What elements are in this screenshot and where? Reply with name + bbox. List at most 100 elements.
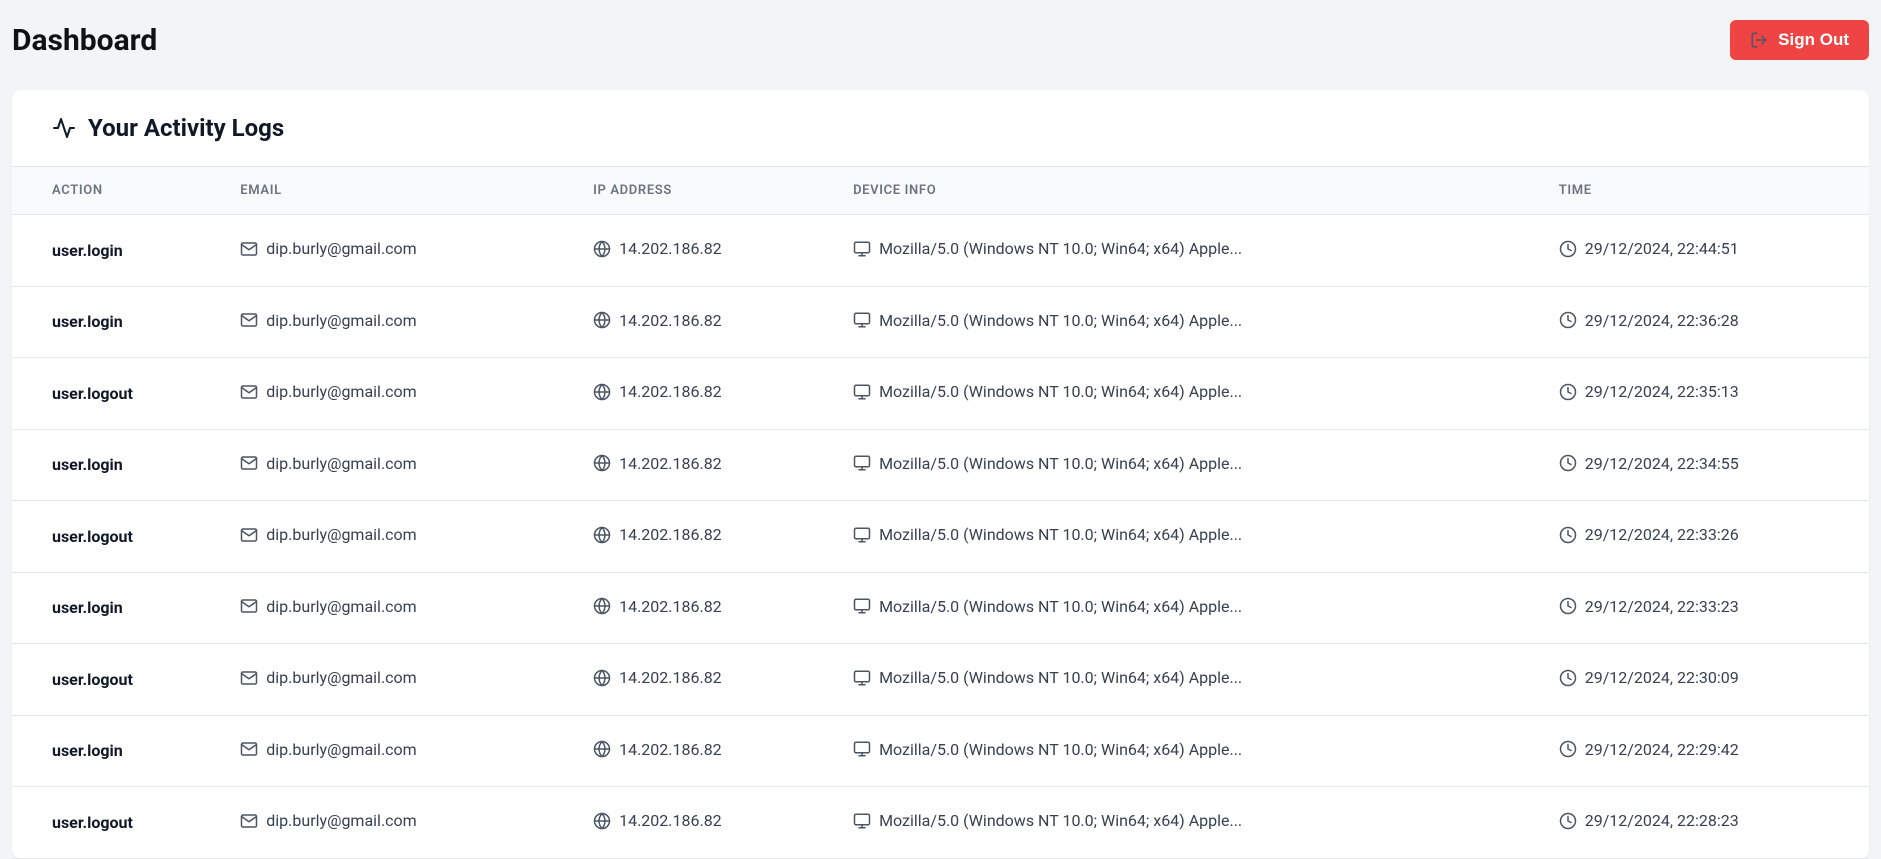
time-text: 29/12/2024, 22:33:26	[1585, 525, 1739, 544]
table-row: user.login dip.burly@gmail.com 14.202.18…	[12, 429, 1869, 501]
time-text: 29/12/2024, 22:34:55	[1585, 454, 1739, 473]
email-text: dip.burly@gmail.com	[266, 740, 416, 759]
ip-cell: 14.202.186.82	[569, 429, 829, 501]
action-cell: user.login	[12, 572, 216, 644]
globe-icon	[593, 526, 611, 544]
table-row: user.login dip.burly@gmail.com 14.202.18…	[12, 286, 1869, 358]
device-text: Mozilla/5.0 (Windows NT 10.0; Win64; x64…	[879, 454, 1242, 473]
monitor-icon	[853, 526, 871, 544]
device-cell: Mozilla/5.0 (Windows NT 10.0; Win64; x64…	[829, 572, 1535, 644]
time-text: 29/12/2024, 22:35:13	[1585, 382, 1739, 401]
email-text: dip.burly@gmail.com	[266, 311, 416, 330]
ip-text: 14.202.186.82	[619, 454, 722, 473]
email-cell: dip.burly@gmail.com	[216, 715, 569, 787]
table-row: user.logout dip.burly@gmail.com 14.202.1…	[12, 787, 1869, 859]
mail-icon	[240, 597, 258, 615]
ip-text: 14.202.186.82	[619, 239, 722, 258]
activity-icon	[52, 116, 76, 140]
globe-icon	[593, 740, 611, 758]
col-device-header: DEVICE INFO	[829, 167, 1535, 215]
signout-button[interactable]: Sign Out	[1730, 20, 1869, 60]
table-row: user.login dip.burly@gmail.com 14.202.18…	[12, 715, 1869, 787]
mail-icon	[240, 812, 258, 830]
ip-cell: 14.202.186.82	[569, 787, 829, 859]
table-row: user.logout dip.burly@gmail.com 14.202.1…	[12, 644, 1869, 716]
monitor-icon	[853, 812, 871, 830]
table-row: user.logout dip.burly@gmail.com 14.202.1…	[12, 358, 1869, 430]
page-title: Dashboard	[12, 23, 157, 58]
email-cell: dip.burly@gmail.com	[216, 215, 569, 287]
col-ip-header: IP ADDRESS	[569, 167, 829, 215]
device-cell: Mozilla/5.0 (Windows NT 10.0; Win64; x64…	[829, 429, 1535, 501]
time-text: 29/12/2024, 22:28:23	[1585, 811, 1739, 830]
device-cell: Mozilla/5.0 (Windows NT 10.0; Win64; x64…	[829, 644, 1535, 716]
table-row: user.login dip.burly@gmail.com 14.202.18…	[12, 215, 1869, 287]
time-text: 29/12/2024, 22:33:23	[1585, 597, 1739, 616]
device-cell: Mozilla/5.0 (Windows NT 10.0; Win64; x64…	[829, 715, 1535, 787]
col-action-header: ACTION	[12, 167, 216, 215]
time-cell: 29/12/2024, 22:36:28	[1535, 286, 1869, 358]
signout-icon	[1750, 31, 1768, 49]
email-cell: dip.burly@gmail.com	[216, 787, 569, 859]
email-text: dip.burly@gmail.com	[266, 811, 416, 830]
time-cell: 29/12/2024, 22:33:23	[1535, 572, 1869, 644]
ip-text: 14.202.186.82	[619, 811, 722, 830]
globe-icon	[593, 597, 611, 615]
device-cell: Mozilla/5.0 (Windows NT 10.0; Win64; x64…	[829, 787, 1535, 859]
email-cell: dip.burly@gmail.com	[216, 644, 569, 716]
activity-card-title: Your Activity Logs	[88, 114, 284, 142]
email-text: dip.burly@gmail.com	[266, 239, 416, 258]
device-text: Mozilla/5.0 (Windows NT 10.0; Win64; x64…	[879, 239, 1242, 258]
globe-icon	[593, 383, 611, 401]
device-text: Mozilla/5.0 (Windows NT 10.0; Win64; x64…	[879, 382, 1242, 401]
monitor-icon	[853, 597, 871, 615]
ip-text: 14.202.186.82	[619, 382, 722, 401]
time-text: 29/12/2024, 22:36:28	[1585, 311, 1739, 330]
clock-icon	[1559, 383, 1577, 401]
device-text: Mozilla/5.0 (Windows NT 10.0; Win64; x64…	[879, 668, 1242, 687]
mail-icon	[240, 454, 258, 472]
signout-label: Sign Out	[1778, 30, 1849, 50]
ip-cell: 14.202.186.82	[569, 644, 829, 716]
globe-icon	[593, 669, 611, 687]
clock-icon	[1559, 812, 1577, 830]
email-cell: dip.burly@gmail.com	[216, 286, 569, 358]
ip-text: 14.202.186.82	[619, 668, 722, 687]
device-cell: Mozilla/5.0 (Windows NT 10.0; Win64; x64…	[829, 215, 1535, 287]
time-text: 29/12/2024, 22:44:51	[1585, 239, 1739, 258]
device-cell: Mozilla/5.0 (Windows NT 10.0; Win64; x64…	[829, 286, 1535, 358]
activity-card-header: Your Activity Logs	[12, 90, 1869, 166]
mail-icon	[240, 311, 258, 329]
email-text: dip.burly@gmail.com	[266, 668, 416, 687]
ip-cell: 14.202.186.82	[569, 215, 829, 287]
email-text: dip.burly@gmail.com	[266, 382, 416, 401]
table-row: user.login dip.burly@gmail.com 14.202.18…	[12, 572, 1869, 644]
activity-card: Your Activity Logs ACTION EMAIL IP ADDRE…	[12, 90, 1869, 859]
activity-table: ACTION EMAIL IP ADDRESS DEVICE INFO TIME…	[12, 166, 1869, 859]
clock-icon	[1559, 526, 1577, 544]
mail-icon	[240, 669, 258, 687]
col-email-header: EMAIL	[216, 167, 569, 215]
ip-text: 14.202.186.82	[619, 311, 722, 330]
mail-icon	[240, 383, 258, 401]
mail-icon	[240, 526, 258, 544]
monitor-icon	[853, 383, 871, 401]
action-cell: user.logout	[12, 644, 216, 716]
device-text: Mozilla/5.0 (Windows NT 10.0; Win64; x64…	[879, 811, 1242, 830]
email-cell: dip.burly@gmail.com	[216, 572, 569, 644]
email-cell: dip.burly@gmail.com	[216, 429, 569, 501]
globe-icon	[593, 311, 611, 329]
action-cell: user.logout	[12, 501, 216, 573]
device-cell: Mozilla/5.0 (Windows NT 10.0; Win64; x64…	[829, 358, 1535, 430]
globe-icon	[593, 454, 611, 472]
action-cell: user.logout	[12, 787, 216, 859]
globe-icon	[593, 240, 611, 258]
time-cell: 29/12/2024, 22:29:42	[1535, 715, 1869, 787]
clock-icon	[1559, 740, 1577, 758]
time-cell: 29/12/2024, 22:35:13	[1535, 358, 1869, 430]
col-time-header: TIME	[1535, 167, 1869, 215]
email-text: dip.burly@gmail.com	[266, 597, 416, 616]
clock-icon	[1559, 311, 1577, 329]
clock-icon	[1559, 597, 1577, 615]
time-cell: 29/12/2024, 22:34:55	[1535, 429, 1869, 501]
